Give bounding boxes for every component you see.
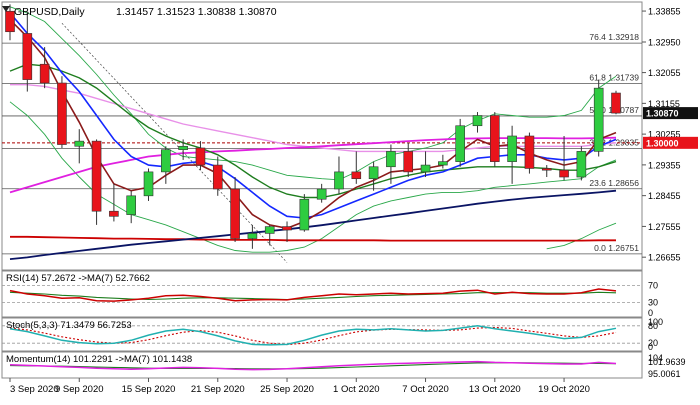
bull-candle[interactable] — [334, 171, 344, 190]
fib-level-label: 0.0 1.26751 — [594, 243, 639, 253]
subwindows-layer: 70300RSI(14) 57.2672 ->MA(7) 52.76621008… — [1, 270, 686, 379]
bear-candle[interactable] — [541, 168, 552, 171]
bull-candle[interactable] — [299, 198, 310, 231]
bear-candle[interactable] — [282, 226, 292, 231]
ohlc-label: 1.31457 1.31523 1.30838 1.30870 — [116, 6, 277, 18]
bear-candle[interactable] — [230, 188, 240, 239]
price-tick-label: 1.29355 — [648, 160, 681, 170]
time-tick-label: 25 Sep 2020 — [260, 384, 314, 395]
chart-header: GBPUSD,Daily 1.31457 1.31523 1.30838 1.3… — [2, 6, 277, 18]
bull-candle[interactable] — [178, 145, 188, 150]
subwindow-rsi-tick-label: 30 — [648, 297, 658, 307]
bull-candle[interactable] — [593, 87, 604, 152]
bear-candle[interactable] — [559, 169, 569, 178]
current-price-label: 1.30870 — [646, 109, 679, 119]
bear-candle[interactable] — [22, 33, 33, 80]
subwindow-rsi-tick-label: 70 — [648, 281, 658, 291]
time-tick-label: 21 Sep 2020 — [191, 384, 245, 395]
bull-candle[interactable] — [126, 195, 136, 215]
fib-level-label: 76.4 1.32918 — [589, 32, 639, 42]
bear-candle[interactable] — [489, 115, 500, 162]
bear-candle[interactable] — [91, 140, 102, 212]
fib-level-label: 23.6 1.28656 — [589, 178, 639, 188]
bull-candle[interactable] — [161, 149, 171, 173]
subwindow-mom-tick-label: 95.0061 — [648, 369, 681, 379]
bear-candle[interactable] — [39, 63, 50, 84]
subwindow-stoch-tick-label: 0 — [648, 342, 653, 352]
subwindow-rsi-legend: RSI(14) 57.2672 ->MA(7) 52.7662 — [6, 273, 150, 284]
price-tick-label: 1.27555 — [648, 222, 681, 232]
time-tick-label: 13 Oct 2020 — [469, 384, 521, 395]
bull-candle[interactable] — [576, 151, 587, 178]
bull-candle[interactable] — [368, 166, 379, 180]
bull-candle[interactable] — [438, 161, 448, 166]
bear-candle[interactable] — [351, 171, 362, 180]
bull-candle[interactable] — [316, 188, 327, 200]
bull-candle[interactable] — [455, 125, 465, 162]
bear-candle[interactable] — [611, 92, 621, 114]
main-plot-frame — [1, 1, 643, 271]
price-tick-label: 1.33855 — [648, 7, 681, 17]
bull-candle[interactable] — [420, 164, 431, 173]
bear-candle[interactable] — [195, 147, 206, 166]
chart-canvas: 76.4 1.3291861.8 1.3173950.0 1.3078738.2… — [1, 1, 698, 395]
bull-candle[interactable] — [247, 233, 258, 239]
bull-candle[interactable] — [143, 171, 154, 197]
bull-candle[interactable] — [507, 135, 517, 162]
subwindow-mom-tick-label: 101.9639 — [648, 357, 686, 367]
bull-candle[interactable] — [74, 140, 85, 147]
bear-candle[interactable] — [212, 164, 223, 190]
price-tick-label: 1.26655 — [648, 253, 681, 263]
bear-candle[interactable] — [109, 210, 119, 217]
time-tick-label: 15 Sep 2020 — [122, 384, 176, 395]
subwindow-stoch-legend: Stoch(5,3,3) 71.3479 56.7253 — [6, 320, 132, 331]
time-tick-label: 19 Oct 2020 — [538, 384, 590, 395]
bull-candle[interactable] — [264, 226, 275, 234]
bear-candle[interactable] — [524, 135, 535, 169]
price-tick-label: 1.32055 — [648, 68, 681, 78]
subwindow-stoch-tick-label: 80 — [648, 321, 658, 331]
symbol-label: GBPUSD,Daily — [14, 6, 85, 18]
time-axis: 3 Sep 20209 Sep 2020 15 Sep 2020 21 Sep 20… — [2, 377, 642, 395]
bull-candle[interactable] — [472, 115, 483, 127]
time-tick-label: 1 Oct 2020 — [333, 384, 379, 395]
horizontal-line-price-label: 1.30000 — [646, 138, 679, 148]
subwindow-mom-legend: Momentum(14) 101.2291 ->MA(7) 101.1438 — [6, 354, 192, 365]
forex-chart-window: 76.4 1.3291861.8 1.3173950.0 1.3078738.2… — [0, 0, 700, 400]
time-tick-label: 9 Sep 2020 — [55, 384, 104, 395]
bear-candle[interactable] — [403, 151, 414, 173]
price-axis: 1.338551.329501.320551.311551.302551.293… — [642, 7, 698, 263]
time-tick-label: 3 Sep 2020 — [10, 384, 59, 395]
bear-candle[interactable] — [57, 82, 67, 145]
bull-candle[interactable] — [386, 151, 396, 168]
price-tick-label: 1.28455 — [648, 191, 681, 201]
time-tick-label: 7 Oct 2020 — [402, 384, 448, 395]
price-tick-label: 1.32950 — [648, 37, 681, 47]
grid-layer — [1, 1, 643, 271]
